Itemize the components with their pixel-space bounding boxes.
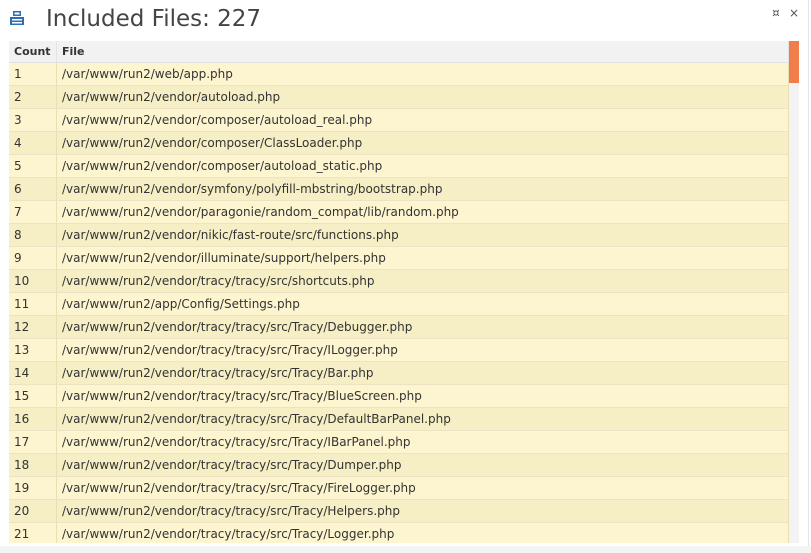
table-row: 14/var/www/run2/vendor/tracy/tracy/src/T… <box>9 361 789 385</box>
count-cell: 18 <box>9 453 57 477</box>
table-row: 12/var/www/run2/vendor/tracy/tracy/src/T… <box>9 315 789 339</box>
file-path-cell: /var/www/run2/vendor/composer/autoload_s… <box>56 154 789 178</box>
panel-title: Included Files: 227 <box>46 6 262 32</box>
table-row: 9/var/www/run2/vendor/illuminate/support… <box>9 246 789 270</box>
table-row: 5/var/www/run2/vendor/composer/autoload_… <box>9 154 789 178</box>
file-path-cell: /var/www/run2/vendor/tracy/tracy/src/Tra… <box>56 361 789 385</box>
table-row: 7/var/www/run2/vendor/paragonie/random_c… <box>9 200 789 224</box>
count-cell: 16 <box>9 407 57 431</box>
file-path-cell: /var/www/run2/vendor/tracy/tracy/src/Tra… <box>56 476 789 500</box>
table-row: 1/var/www/run2/web/app.php <box>9 62 789 86</box>
count-cell: 7 <box>9 200 57 224</box>
table-row: 4/var/www/run2/vendor/composer/ClassLoad… <box>9 131 789 155</box>
table-row: 13/var/www/run2/vendor/tracy/tracy/src/T… <box>9 338 789 362</box>
file-path-cell: /var/www/run2/vendor/tracy/tracy/src/Tra… <box>56 430 789 454</box>
table-row: 16/var/www/run2/vendor/tracy/tracy/src/T… <box>9 407 789 431</box>
file-path-cell: /var/www/run2/vendor/tracy/tracy/src/Tra… <box>56 315 789 339</box>
count-cell: 3 <box>9 108 57 132</box>
count-cell: 14 <box>9 361 57 385</box>
file-path-cell: /var/www/run2/vendor/tracy/tracy/src/sho… <box>56 269 789 293</box>
pin-icon[interactable]: ¤ <box>770 6 782 20</box>
table-row: 3/var/www/run2/vendor/composer/autoload_… <box>9 108 789 132</box>
table-row: 18/var/www/run2/vendor/tracy/tracy/src/T… <box>9 453 789 477</box>
count-cell: 15 <box>9 384 57 408</box>
file-path-cell: /var/www/run2/web/app.php <box>56 62 789 86</box>
file-path-cell: /var/www/run2/app/Config/Settings.php <box>56 292 789 316</box>
count-cell: 9 <box>9 246 57 270</box>
count-cell: 6 <box>9 177 57 201</box>
panel-bottom-edge <box>0 546 811 553</box>
scrollbar-thumb[interactable] <box>789 41 799 83</box>
close-icon[interactable]: × <box>788 6 800 20</box>
count-cell: 20 <box>9 499 57 523</box>
table-row: 10/var/www/run2/vendor/tracy/tracy/src/s… <box>9 269 789 293</box>
included-files-panel: Included Files: 227 ¤ × Count File 1/var… <box>0 0 809 550</box>
files-table: Count File 1/var/www/run2/web/app.php 2/v… <box>9 41 789 543</box>
count-cell: 1 <box>9 62 57 86</box>
file-path-cell: /var/www/run2/vendor/composer/ClassLoade… <box>56 131 789 155</box>
count-cell: 17 <box>9 430 57 454</box>
file-path-cell: /var/www/run2/vendor/illuminate/support/… <box>56 246 789 270</box>
files-icon <box>9 10 25 26</box>
vertical-scrollbar[interactable] <box>789 41 799 543</box>
file-path-cell: /var/www/run2/vendor/composer/autoload_r… <box>56 108 789 132</box>
window-controls: ¤ × <box>770 6 800 20</box>
file-path-cell: /var/www/run2/vendor/paragonie/random_co… <box>56 200 789 224</box>
count-cell: 4 <box>9 131 57 155</box>
table-row: 17/var/www/run2/vendor/tracy/tracy/src/T… <box>9 430 789 454</box>
count-cell: 13 <box>9 338 57 362</box>
file-path-cell: /var/www/run2/vendor/tracy/tracy/src/Tra… <box>56 499 789 523</box>
table-row: 21/var/www/run2/vendor/tracy/tracy/src/T… <box>9 522 789 543</box>
count-cell: 8 <box>9 223 57 247</box>
table-header-row: Count File <box>9 41 789 63</box>
count-cell: 2 <box>9 85 57 109</box>
file-path-cell: /var/www/run2/vendor/autoload.php <box>56 85 789 109</box>
count-cell: 19 <box>9 476 57 500</box>
file-path-cell: /var/www/run2/vendor/tracy/tracy/src/Tra… <box>56 453 789 477</box>
count-cell: 10 <box>9 269 57 293</box>
count-cell: 11 <box>9 292 57 316</box>
panel-title-bar[interactable]: Included Files: 227 ¤ × <box>0 0 808 38</box>
file-path-cell: /var/www/run2/vendor/tracy/tracy/src/Tra… <box>56 522 789 543</box>
file-path-cell: /var/www/run2/vendor/tracy/tracy/src/Tra… <box>56 407 789 431</box>
files-table-container[interactable]: Count File 1/var/www/run2/web/app.php 2/v… <box>9 41 789 543</box>
table-row: 19/var/www/run2/vendor/tracy/tracy/src/T… <box>9 476 789 500</box>
count-cell: 21 <box>9 522 57 543</box>
table-row: 20/var/www/run2/vendor/tracy/tracy/src/T… <box>9 499 789 523</box>
file-path-cell: /var/www/run2/vendor/tracy/tracy/src/Tra… <box>56 384 789 408</box>
table-row: 6/var/www/run2/vendor/symfony/polyfill-m… <box>9 177 789 201</box>
file-path-cell: /var/www/run2/vendor/symfony/polyfill-mb… <box>56 177 789 201</box>
count-cell: 5 <box>9 154 57 178</box>
table-row: 8/var/www/run2/vendor/nikic/fast-route/s… <box>9 223 789 247</box>
table-row: 15/var/www/run2/vendor/tracy/tracy/src/T… <box>9 384 789 408</box>
table-row: 11/var/www/run2/app/Config/Settings.php <box>9 292 789 316</box>
file-path-cell: /var/www/run2/vendor/nikic/fast-route/sr… <box>56 223 789 247</box>
file-path-cell: /var/www/run2/vendor/tracy/tracy/src/Tra… <box>56 338 789 362</box>
column-header-file: File <box>56 41 789 63</box>
count-cell: 12 <box>9 315 57 339</box>
column-header-count: Count <box>9 41 57 63</box>
table-row: 2/var/www/run2/vendor/autoload.php <box>9 85 789 109</box>
